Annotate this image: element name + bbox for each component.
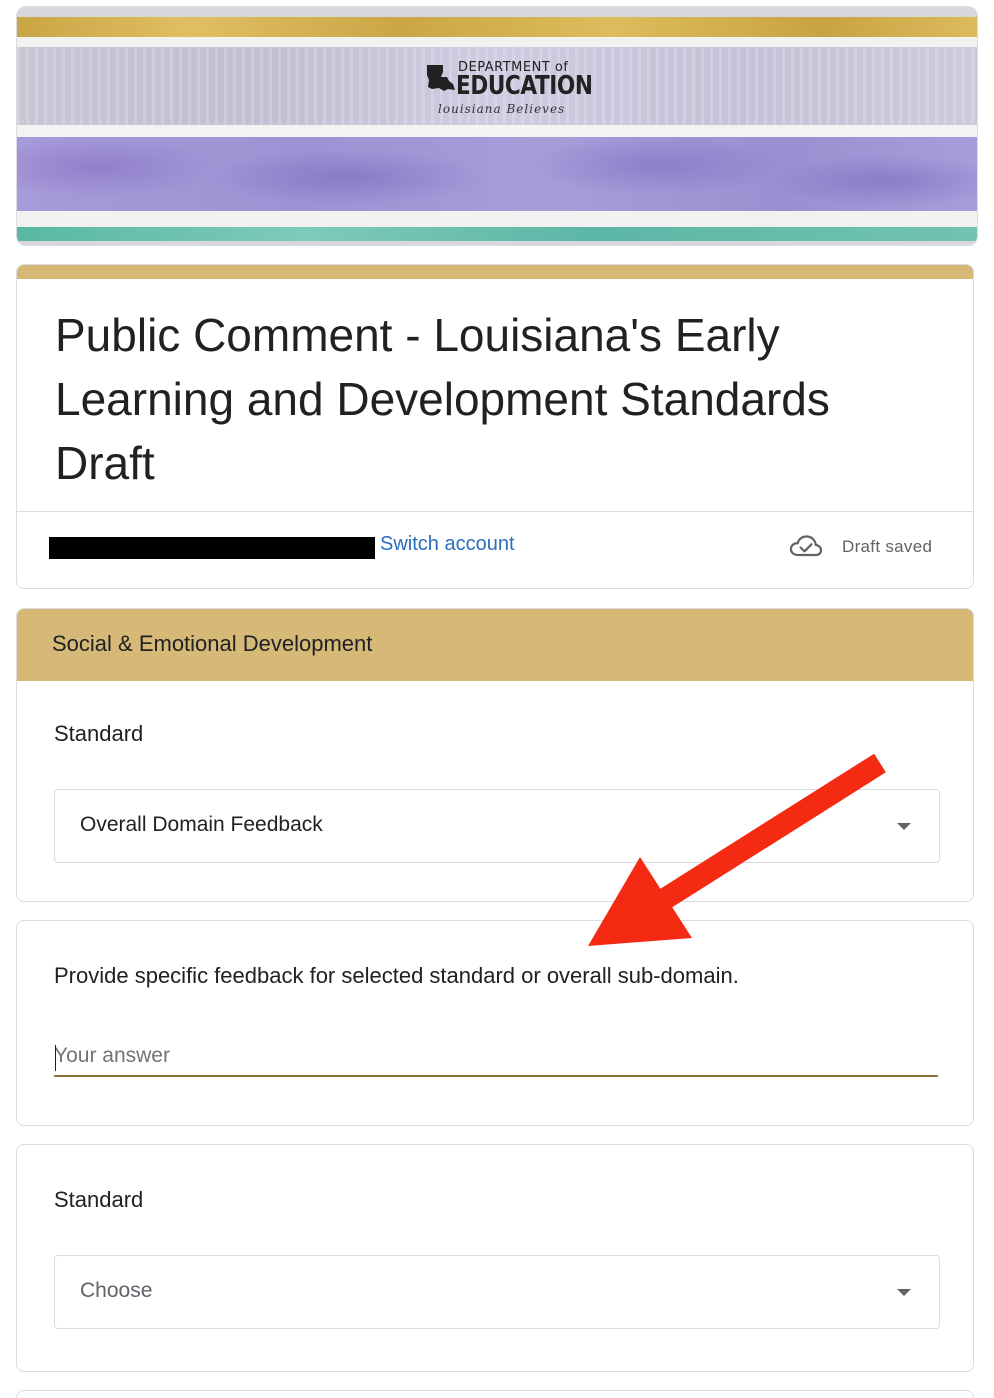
feedback-answer-input[interactable] <box>54 1037 938 1077</box>
banner-white-band <box>17 211 977 227</box>
cloud-check-icon <box>789 535 823 557</box>
logo-tagline: louisiana Believes <box>438 102 566 116</box>
dropdown-arrow-icon <box>897 823 911 830</box>
banner-purple-band <box>17 137 977 211</box>
banner-white-band <box>17 125 977 137</box>
standard-question-label: Standard <box>54 721 144 746</box>
section-title: Social & Emotional Development <box>52 631 373 656</box>
standard-dropdown-2[interactable]: Choose <box>54 1255 940 1329</box>
section-header: Social & Emotional Development <box>17 609 973 681</box>
switch-account-link[interactable]: Switch account <box>380 533 515 556</box>
logo-education-text: EDUCATION <box>456 71 593 101</box>
louisiana-state-icon <box>427 65 455 91</box>
feedback-question-label: Provide specific feedback for selected s… <box>54 963 739 988</box>
text-cursor <box>55 1045 56 1071</box>
form-header-banner: DEPARTMENT of EDUCATION louisiana Believ… <box>16 6 978 246</box>
next-question-card <box>16 1390 974 1398</box>
section-card: Social & Emotional Development Standard … <box>16 608 974 902</box>
draft-saved-status: Draft saved <box>842 537 933 556</box>
form-title-card: Public Comment - Louisiana's Early Learn… <box>16 264 974 589</box>
google-form-page: DEPARTMENT of EDUCATION louisiana Believ… <box>0 0 994 1398</box>
title-accent-bar <box>17 265 973 279</box>
feedback-question-card: Provide specific feedback for selected s… <box>16 920 974 1126</box>
form-title: Public Comment - Louisiana's Early Learn… <box>55 309 830 489</box>
banner-teal-stripe <box>17 227 977 241</box>
banner-white-band <box>17 37 977 47</box>
dropdown-arrow-icon <box>897 1289 911 1296</box>
title-divider <box>17 511 973 512</box>
louisiana-doe-logo: DEPARTMENT of EDUCATION louisiana Believ… <box>412 57 593 119</box>
standard-dropdown-placeholder: Choose <box>80 1279 153 1302</box>
standard-dropdown[interactable]: Overall Domain Feedback <box>54 789 940 863</box>
standard-question-card-2: Standard Choose <box>16 1144 974 1372</box>
redacted-account-email <box>49 537 375 559</box>
banner-gold-stripe <box>17 17 977 37</box>
standard-dropdown-value: Overall Domain Feedback <box>80 813 323 836</box>
standard-question-label-2: Standard <box>54 1187 144 1212</box>
